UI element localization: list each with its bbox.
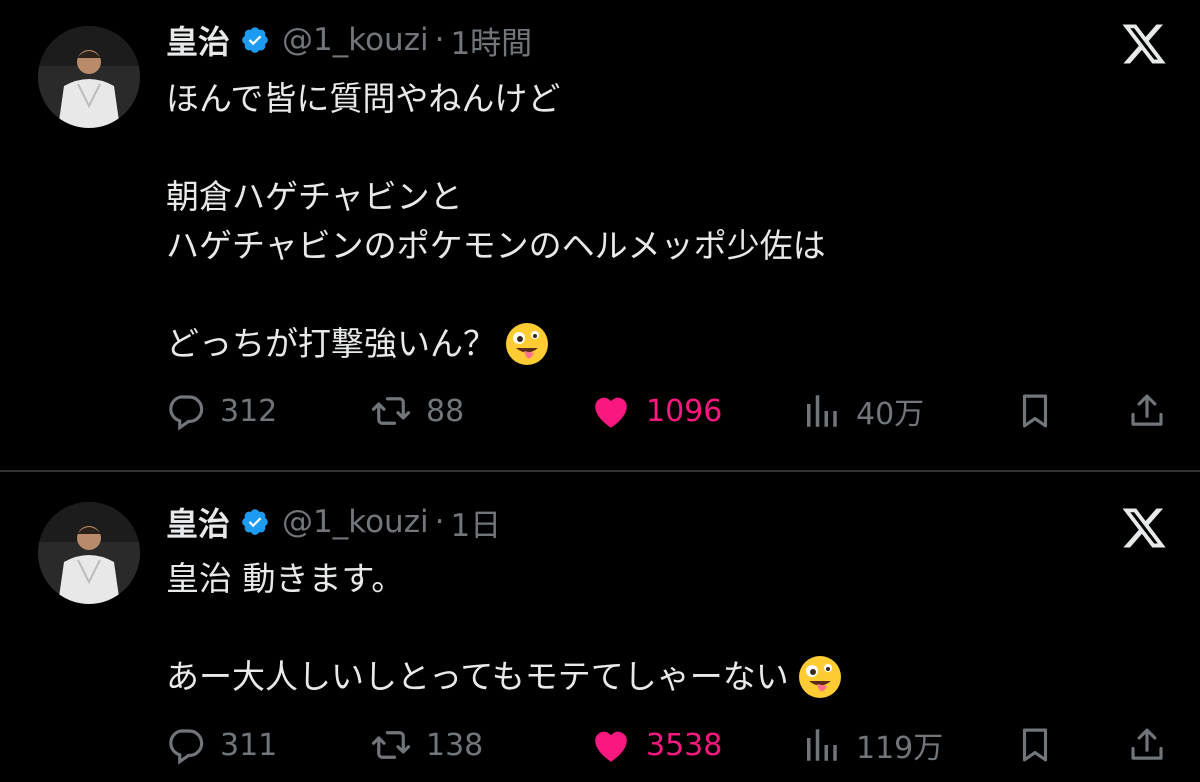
reply-count: 311	[220, 727, 278, 763]
tweet-text: 皇治 動きます。 あー大人しいしとってもモテてしゃーない	[166, 554, 1126, 701]
views-count: 119万	[856, 731, 944, 766]
bookmark-icon	[1022, 728, 1048, 762]
tweet-line: あー大人しいしとってもモテてしゃーない	[166, 657, 789, 696]
like-count: 3538	[646, 727, 723, 763]
tweet-line: 皇治 動きます。	[166, 559, 405, 598]
tweet-text: ほんで皆に質問やねんけど 朝倉ハゲチャビンと ハゲチャビンのポケモンのヘルメッポ…	[166, 74, 1126, 368]
avatar[interactable]	[38, 26, 140, 128]
reply-icon	[169, 729, 204, 765]
separator-dot: ·	[434, 22, 445, 58]
share-button[interactable]	[1126, 720, 1168, 770]
tweet-line: ほんで皆に質問やねんけど	[166, 79, 561, 118]
views-icon	[807, 729, 837, 761]
tweet-line-with-emoji: あー大人しいしとってもモテてしゃーない	[166, 652, 1126, 701]
share-icon	[1131, 394, 1163, 426]
avatar[interactable]	[38, 502, 140, 604]
tweet-actions: 311 138 3538 119万	[0, 720, 1200, 770]
display-name[interactable]: 皇治	[166, 17, 230, 63]
retweet-count: 138	[426, 727, 484, 763]
separator-dot: ·	[434, 504, 445, 540]
x-logo-icon	[1120, 504, 1168, 552]
zany-face-emoji-icon	[504, 321, 550, 367]
views-icon	[807, 395, 837, 427]
timestamp[interactable]: 1日	[450, 500, 501, 545]
retweet-count: 88	[426, 393, 465, 429]
views-count: 40万	[856, 397, 925, 432]
reply-button[interactable]: 312	[164, 386, 277, 436]
bookmark-icon	[1022, 394, 1048, 428]
bookmark-button[interactable]	[1014, 720, 1056, 770]
tweet[interactable]: 皇治 @1_kouzi · 1時間 ほんで皆に質問やねんけど 朝倉ハゲチャビンと…	[0, 0, 1200, 470]
retweet-icon	[371, 397, 411, 425]
share-icon	[1131, 728, 1163, 760]
verified-badge-icon	[240, 25, 270, 55]
reply-icon	[169, 395, 204, 431]
tweet-header: 皇治 @1_kouzi · 1時間	[166, 17, 532, 63]
x-logo-icon	[1120, 20, 1168, 68]
retweet-icon	[371, 731, 411, 759]
tweet[interactable]: 皇治 @1_kouzi · 1日 皇治 動きます。 あー大人しいしとってもモテて…	[0, 472, 1200, 782]
handle[interactable]: @1_kouzi	[282, 22, 429, 58]
reply-button[interactable]: 311	[164, 720, 277, 770]
views-button[interactable]: 119万	[800, 720, 943, 770]
like-button[interactable]: 1096	[590, 386, 722, 436]
heart-icon	[595, 731, 627, 762]
tweet-line: ハゲチャビンのポケモンのヘルメッポ少佐は	[166, 226, 826, 265]
bookmark-button[interactable]	[1014, 386, 1056, 436]
like-count: 1096	[646, 393, 723, 429]
display-name[interactable]: 皇治	[166, 499, 230, 545]
handle[interactable]: @1_kouzi	[282, 504, 429, 540]
share-button[interactable]	[1126, 386, 1168, 436]
like-button[interactable]: 3538	[590, 720, 722, 770]
timestamp[interactable]: 1時間	[450, 18, 532, 63]
retweet-button[interactable]: 88	[370, 386, 464, 436]
tweet-line: どっちが打撃強いん？	[166, 324, 496, 363]
verified-badge-icon	[240, 507, 270, 537]
reply-count: 312	[220, 393, 278, 429]
retweet-button[interactable]: 138	[370, 720, 483, 770]
tweet-header: 皇治 @1_kouzi · 1日	[166, 499, 501, 545]
tweet-line: 朝倉ハゲチャビンと	[166, 177, 463, 216]
tweet-actions: 312 88 1096 40万	[0, 386, 1200, 436]
views-button[interactable]: 40万	[800, 386, 924, 436]
tweet-line-with-emoji: どっちが打撃強いん？	[166, 319, 1126, 368]
heart-icon	[595, 397, 627, 428]
zany-face-emoji-icon	[797, 654, 843, 700]
